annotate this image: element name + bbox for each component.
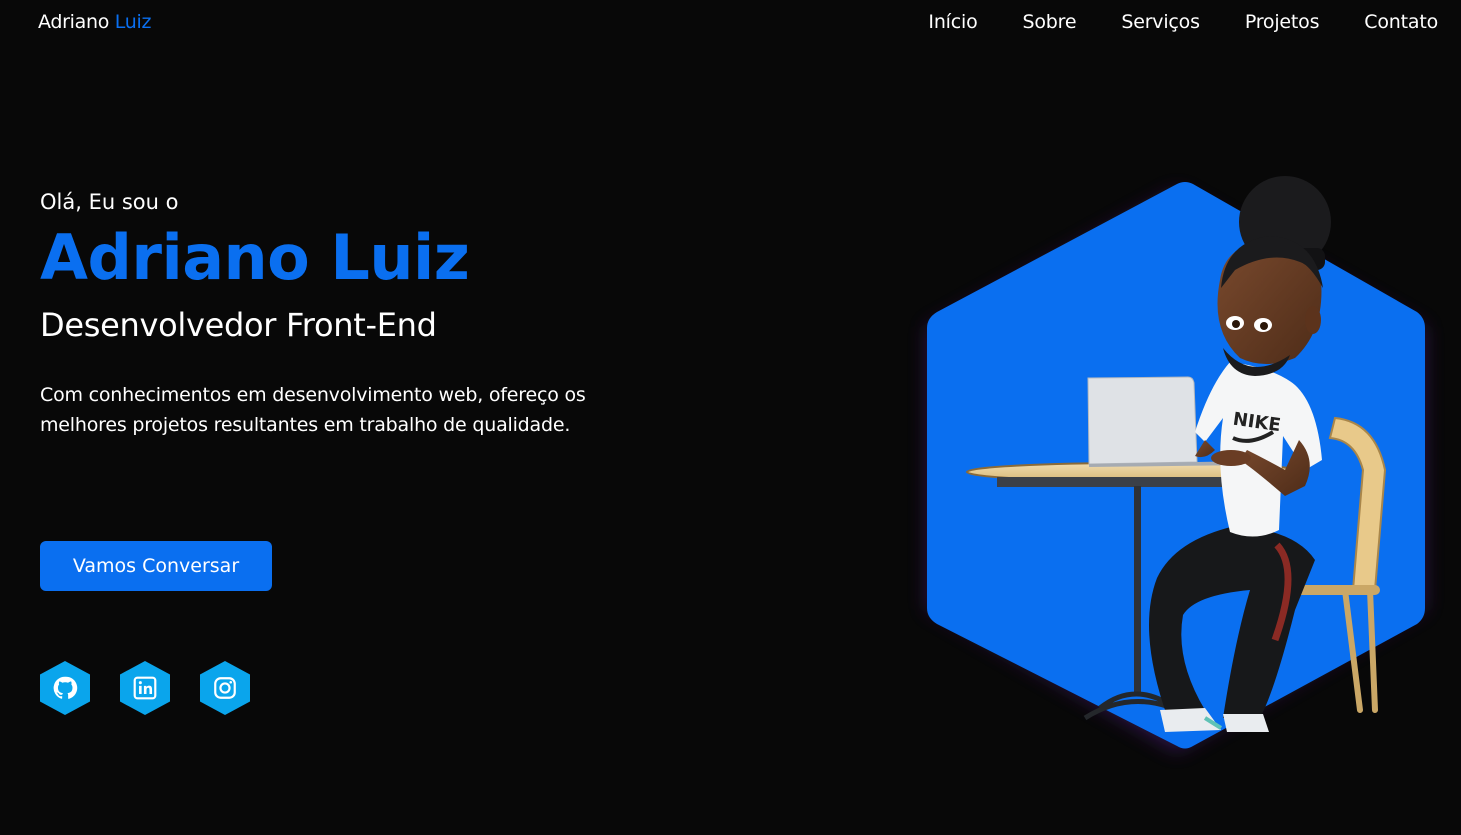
nav-link-servicos[interactable]: Serviços [1121,11,1200,33]
logo-first: Adriano [38,11,110,33]
lets-talk-button[interactable]: Vamos Conversar [40,541,272,591]
profile-image: NIKE [927,176,1425,752]
nav-link-inicio[interactable]: Início [928,11,977,33]
social-links [40,661,250,715]
logo-accent: Luiz [114,11,152,33]
hero-text: Olá, Eu sou o Adriano Luiz Desenvolvedor… [40,190,660,440]
navbar: Adriano Luiz Início Sobre Serviços Proje… [0,0,1461,46]
site-logo[interactable]: Adriano Luiz [38,11,151,33]
nav-link-contato[interactable]: Contato [1364,11,1438,33]
hero-greeting: Olá, Eu sou o [40,190,179,214]
linkedin-link[interactable] [120,661,170,715]
nav-links: Início Sobre Serviços Projetos Contato [883,11,1438,33]
nav-link-projetos[interactable]: Projetos [1245,11,1320,33]
linkedin-icon [133,676,157,700]
nav-link-sobre[interactable]: Sobre [1023,11,1077,33]
github-icon [53,676,78,699]
hero-role: Desenvolvedor Front-End [40,306,437,345]
instagram-icon [214,677,236,699]
instagram-link[interactable] [200,661,250,715]
github-link[interactable] [40,661,90,715]
hero-description: Com conhecimentos em desenvolvimento web… [40,384,586,437]
hero-name: Adriano Luiz [40,221,470,294]
